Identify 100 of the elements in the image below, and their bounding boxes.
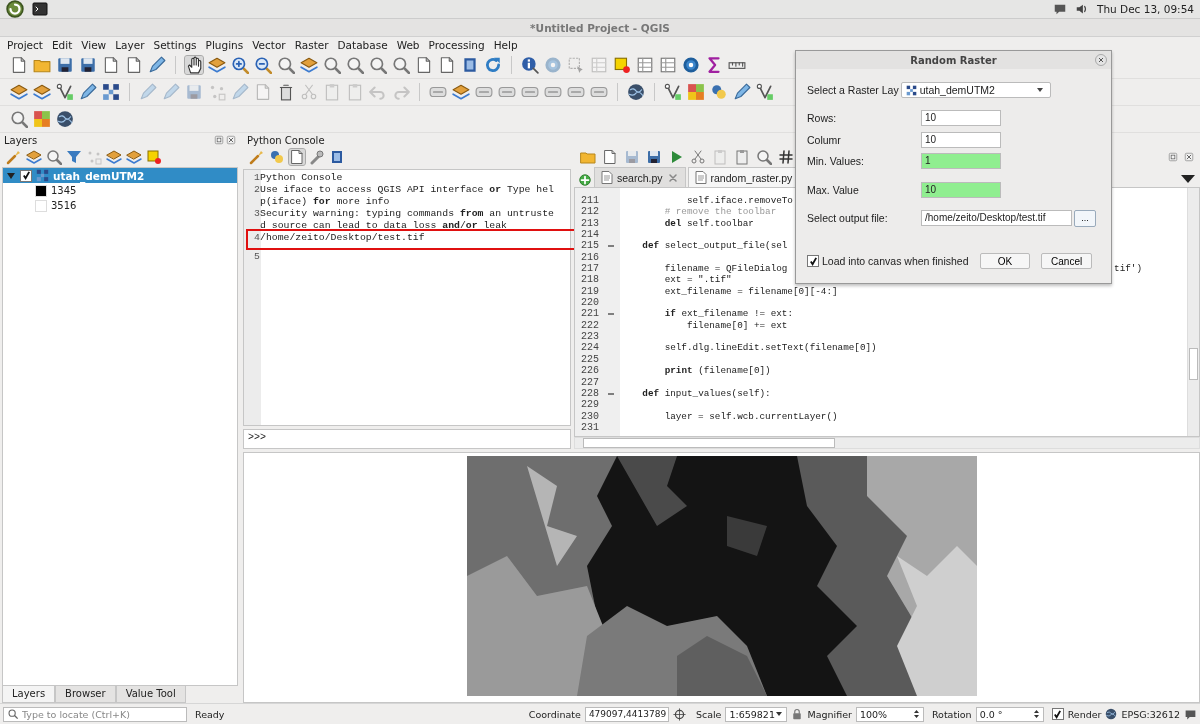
square-icon[interactable] (146, 149, 162, 165)
menu-item[interactable]: Edit (51, 38, 73, 51)
folder-icon[interactable] (580, 149, 596, 165)
close-icon[interactable] (1095, 54, 1107, 66)
tab-label[interactable]: search.py (617, 171, 663, 184)
dots-icon[interactable] (86, 149, 102, 165)
hand-icon[interactable] (185, 56, 203, 74)
brush-icon[interactable] (249, 149, 265, 165)
menu-item[interactable]: Web (396, 38, 420, 51)
magnifier-icon[interactable] (46, 149, 62, 165)
panel-tab[interactable]: Layers (2, 686, 56, 703)
menu-item[interactable]: Help (493, 38, 518, 51)
layers-icon[interactable] (452, 83, 470, 101)
speaker-icon[interactable] (1075, 2, 1089, 16)
refresh-icon[interactable] (484, 56, 502, 74)
close-icon[interactable] (666, 171, 679, 184)
lock-icon[interactable] (791, 708, 804, 720)
layers-icon[interactable] (10, 83, 28, 101)
zoom-out-icon[interactable] (254, 56, 272, 74)
pencil-icon[interactable] (148, 56, 166, 74)
book-icon[interactable] (461, 56, 479, 74)
clipboard-icon[interactable] (346, 83, 364, 101)
input-field[interactable]: 10 (921, 110, 1001, 126)
document-icon[interactable] (10, 56, 28, 74)
map-canvas[interactable] (243, 452, 1200, 703)
hash-icon[interactable] (778, 149, 794, 165)
layers-icon[interactable] (106, 149, 122, 165)
clipboard-icon[interactable] (712, 149, 728, 165)
globe-icon[interactable] (1105, 708, 1118, 720)
magnifier-icon[interactable] (323, 56, 341, 74)
menu-item[interactable]: Settings (153, 38, 197, 51)
input-field[interactable]: 1 (921, 153, 1001, 169)
globe-icon[interactable] (627, 83, 645, 101)
zoom-in-icon[interactable] (231, 56, 249, 74)
input-field[interactable]: /home/zeito/Desktop/test.tif (921, 210, 1072, 226)
message-icon[interactable] (1184, 707, 1197, 721)
scrollbar[interactable] (574, 437, 1200, 449)
layers-icon[interactable] (33, 83, 51, 101)
terminal-icon[interactable] (32, 1, 48, 17)
square-icon[interactable] (613, 56, 631, 74)
pencil-icon[interactable] (733, 83, 751, 101)
dots-icon[interactable] (208, 83, 226, 101)
menu-item[interactable]: Raster (294, 38, 329, 51)
magnifier-icon[interactable] (10, 110, 28, 128)
menu-item[interactable]: Database (337, 38, 388, 51)
add-icon[interactable] (578, 173, 592, 187)
float-icon[interactable] (214, 135, 224, 145)
clipboard-icon[interactable] (323, 83, 341, 101)
document-icon[interactable] (438, 56, 456, 74)
grid-icon[interactable] (33, 110, 51, 128)
console-input[interactable]: >>> (243, 429, 571, 449)
document-icon[interactable] (415, 56, 433, 74)
magnifier-spinbox[interactable]: 100% (855, 706, 924, 722)
layer-combo[interactable]: utah_demUTM2 (900, 82, 1051, 98)
logo-icon[interactable] (6, 0, 24, 18)
close-icon[interactable] (1184, 152, 1194, 162)
grid-icon[interactable] (687, 83, 705, 101)
globe-icon[interactable] (56, 110, 74, 128)
checkbox[interactable] (807, 255, 819, 267)
layer-row[interactable]: utah_demUTM2 (3, 168, 237, 183)
float-icon[interactable] (1168, 152, 1178, 162)
menu-item[interactable]: View (81, 38, 107, 51)
wrench-icon[interactable] (309, 149, 325, 165)
magnifier-icon[interactable] (756, 149, 772, 165)
pencil-icon[interactable] (79, 83, 97, 101)
vertex-icon[interactable] (56, 83, 74, 101)
filter-icon[interactable] (66, 149, 82, 165)
search-field[interactable]: Type to locate (Ctrl+K) (3, 706, 187, 722)
magnifier-icon[interactable] (277, 56, 295, 74)
dialog-button[interactable]: Cancel (1041, 253, 1092, 269)
menu-item[interactable]: Layer (115, 38, 145, 51)
python-icon[interactable] (269, 149, 285, 165)
menu-item[interactable]: Plugins (205, 38, 244, 51)
input-field[interactable]: 10 (921, 182, 1001, 198)
vertex-icon[interactable] (756, 83, 774, 101)
checkbox[interactable] (1051, 708, 1064, 720)
gear-icon[interactable] (682, 56, 700, 74)
close-icon[interactable] (226, 135, 236, 145)
rotation-spinbox[interactable]: 0.0 ° (975, 706, 1044, 722)
menu-item[interactable]: Vector (252, 38, 286, 51)
checkbox[interactable] (20, 169, 32, 182)
file-tab[interactable]: search.py (594, 167, 686, 187)
magnifier-icon[interactable] (346, 56, 364, 74)
vertex-icon[interactable] (664, 83, 682, 101)
layer-name[interactable]: utah_demUTM2 (53, 169, 145, 182)
checkbox-label[interactable]: Load into canvas when finished (822, 255, 977, 267)
document-icon[interactable] (602, 149, 618, 165)
layers-icon[interactable] (26, 149, 42, 165)
layers-icon[interactable] (126, 149, 142, 165)
panel-tab[interactable]: Value Tool (115, 686, 186, 703)
save-icon[interactable] (79, 56, 97, 74)
layers-icon[interactable] (208, 56, 226, 74)
magnifier-icon[interactable] (392, 56, 410, 74)
input-field[interactable]: 10 (921, 132, 1001, 148)
crosshair-icon[interactable] (672, 707, 686, 721)
magnifier-icon[interactable] (369, 56, 387, 74)
menu-item[interactable]: Project (7, 38, 43, 51)
info-icon[interactable] (521, 56, 539, 74)
table-icon[interactable] (659, 56, 677, 74)
expand-arrow-icon[interactable] (6, 170, 16, 181)
